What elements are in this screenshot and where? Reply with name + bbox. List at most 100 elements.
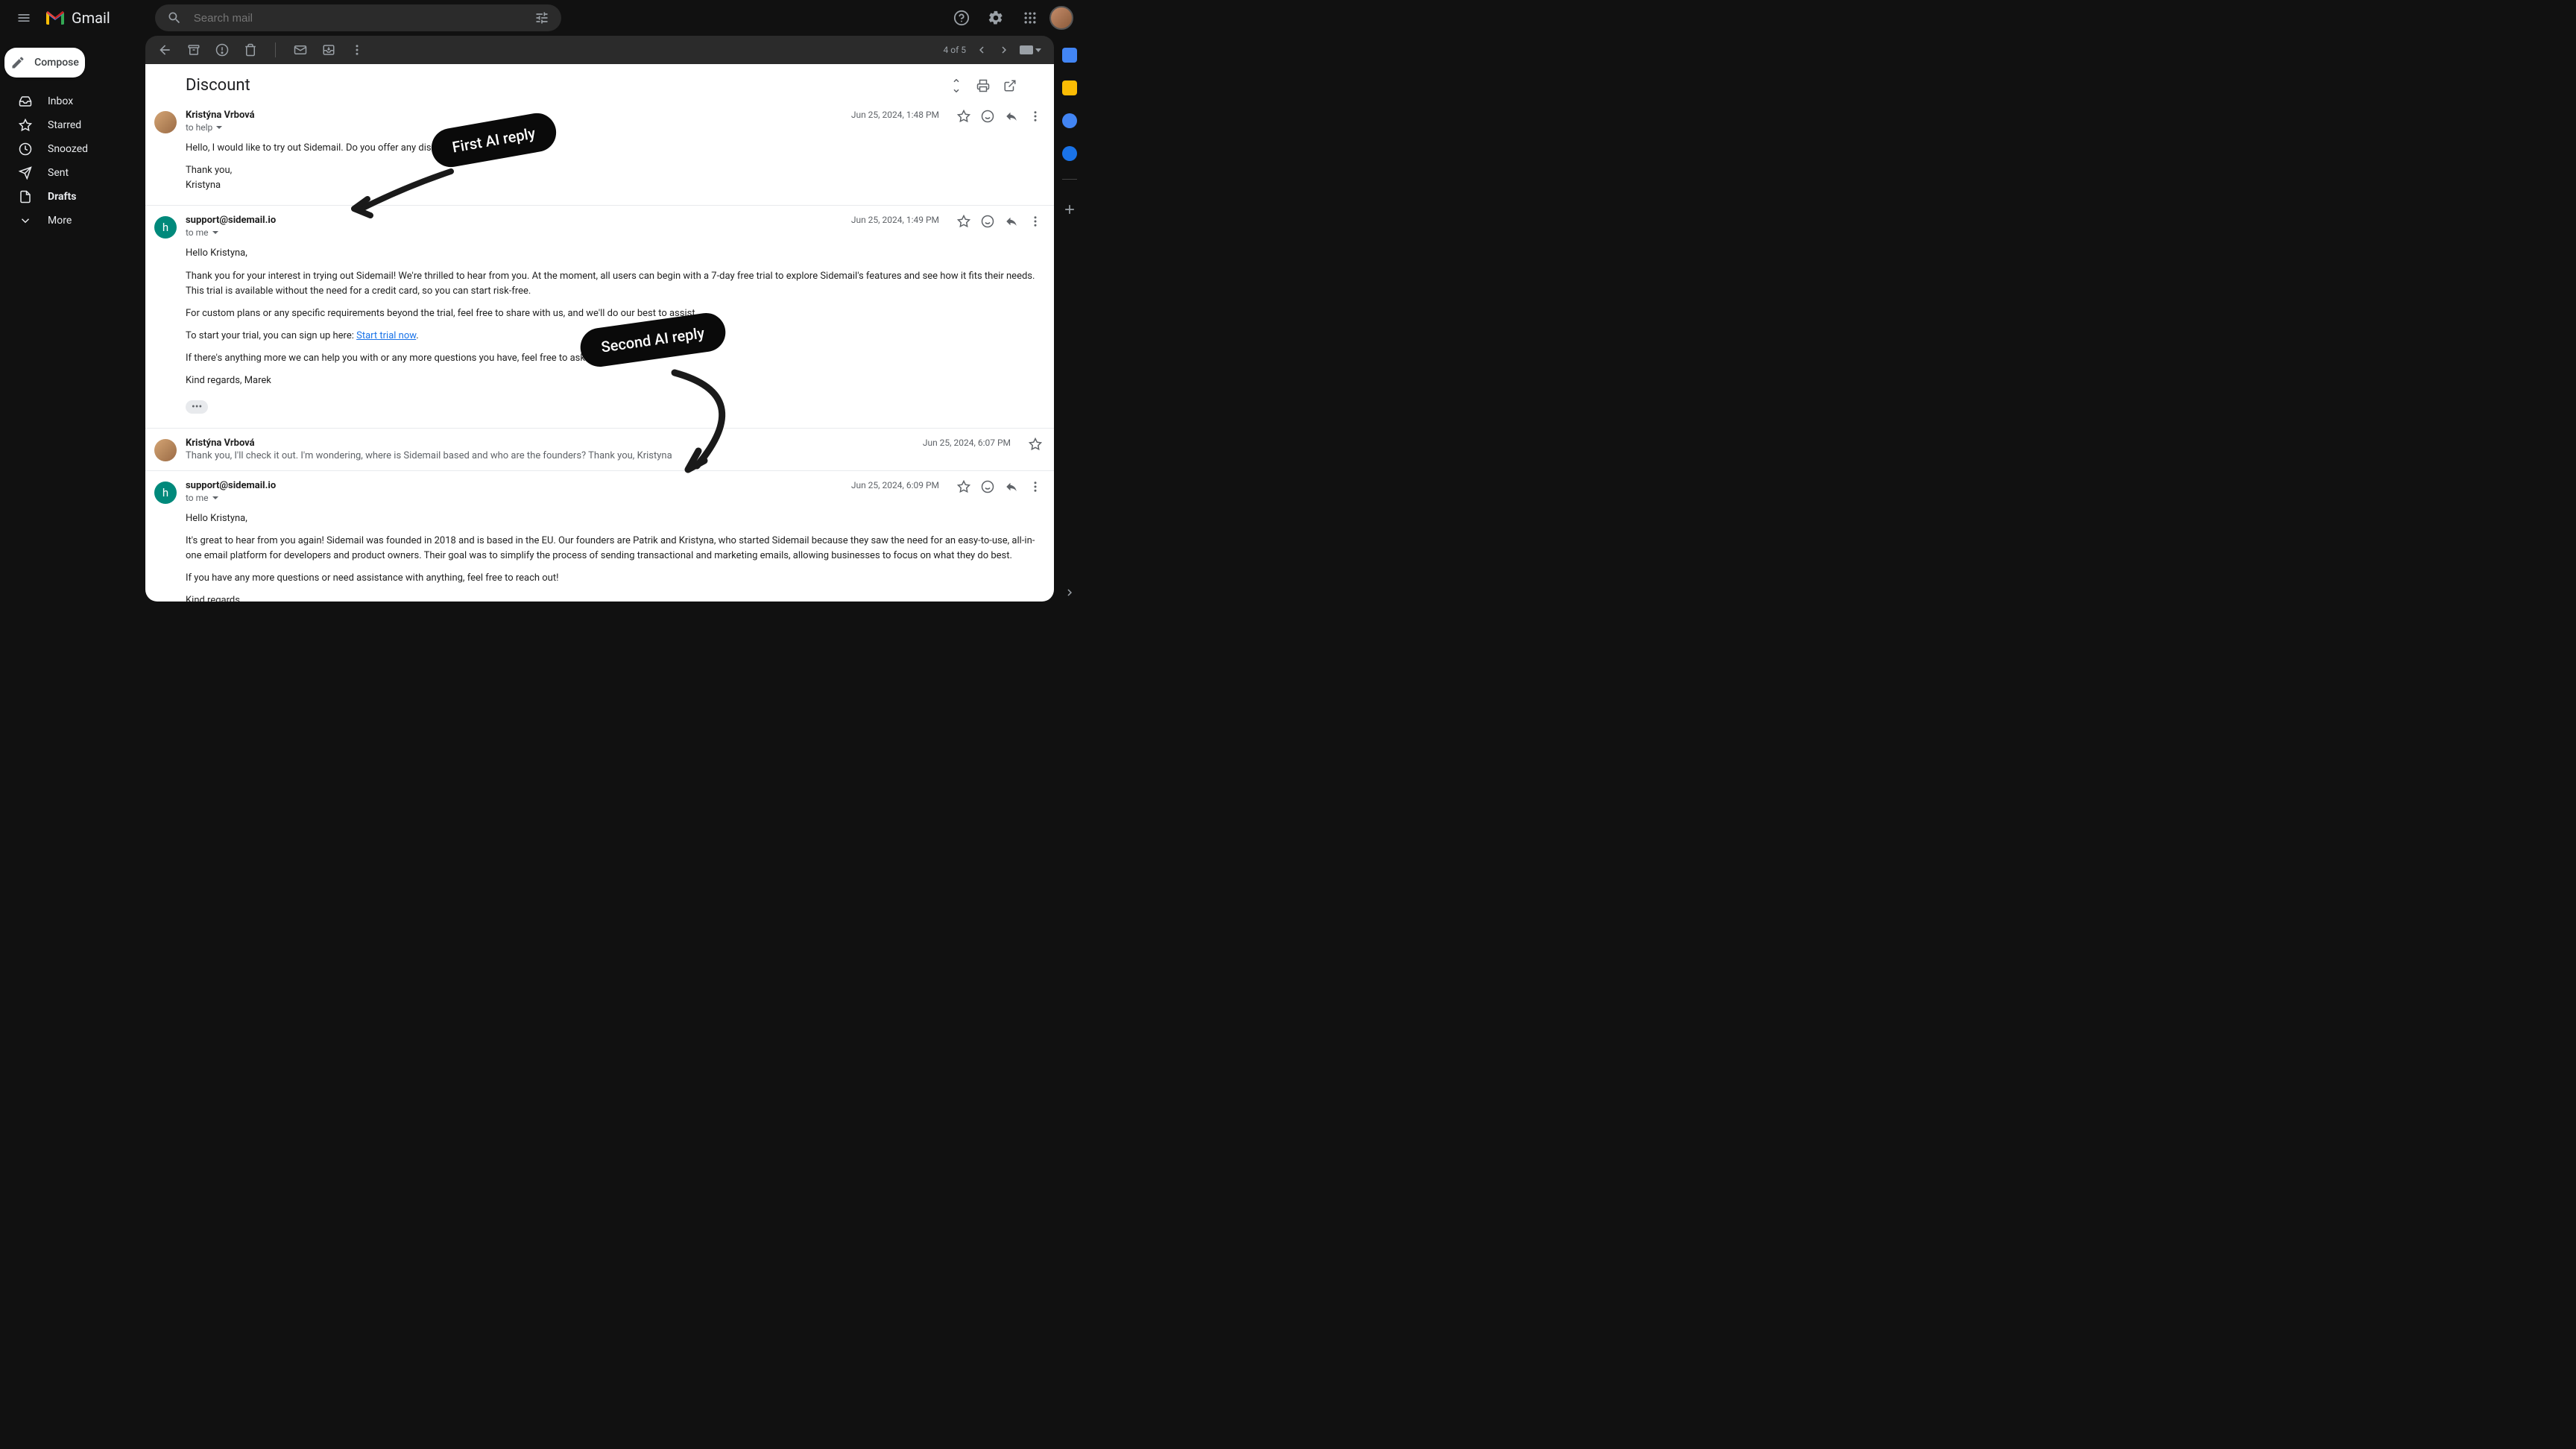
older-button[interactable] [997, 43, 1011, 57]
triangle-down-icon [1035, 46, 1042, 54]
star-outline-icon [1029, 438, 1042, 451]
new-window-button[interactable] [1003, 79, 1017, 92]
sender-name: Kristýna Vrbová [186, 438, 914, 449]
star-button[interactable] [957, 215, 970, 228]
recipient-line[interactable]: to help [186, 122, 842, 133]
search-button[interactable] [161, 4, 188, 31]
newer-button[interactable] [975, 43, 988, 57]
thread-subject: Discount [186, 76, 950, 95]
star-button[interactable] [1029, 438, 1042, 451]
apps-grid-icon [1023, 10, 1038, 25]
reply-button[interactable] [1005, 110, 1018, 123]
start-trial-link[interactable]: Start trial now [356, 330, 416, 341]
toggle-expand-button[interactable] [950, 79, 963, 92]
sender-avatar[interactable] [154, 111, 177, 133]
sidepanel-divider [1062, 179, 1077, 180]
react-button[interactable] [981, 480, 994, 493]
arrow-back-icon [157, 42, 172, 57]
chevron-right-icon [997, 43, 1011, 57]
get-addons-button[interactable] [1058, 198, 1082, 221]
calendar-app[interactable] [1062, 48, 1077, 63]
account-avatar[interactable] [1049, 6, 1073, 30]
search-bar[interactable] [155, 4, 561, 31]
input-tools-button[interactable] [1020, 45, 1042, 54]
message-more-button[interactable] [1029, 110, 1042, 123]
hamburger-icon [16, 10, 31, 25]
message-3-collapsed[interactable]: Kristýna Vrbová Thank you, I'll check it… [145, 429, 1054, 471]
header-actions [947, 3, 1079, 33]
reply-button[interactable] [1005, 480, 1018, 493]
reply-icon [1005, 480, 1018, 493]
recipient-line[interactable]: to me [186, 493, 842, 503]
triangle-down-icon [212, 494, 219, 502]
message-more-button[interactable] [1029, 480, 1042, 493]
sender-avatar[interactable] [154, 439, 177, 461]
sidebar-item-more[interactable]: More [0, 209, 145, 233]
sender-name: support@sidemail.io [186, 480, 842, 491]
inbox-icon [18, 94, 33, 109]
reply-button[interactable] [1005, 215, 1018, 228]
tasks-app[interactable] [1062, 113, 1077, 128]
star-icon [18, 118, 33, 133]
side-panel [1054, 36, 1085, 610]
sidebar-item-inbox[interactable]: Inbox [0, 89, 145, 113]
hide-sidepanel-button[interactable] [1058, 581, 1082, 604]
gmail-logo[interactable]: Gmail [45, 9, 110, 27]
gear-icon [988, 10, 1004, 26]
star-button[interactable] [957, 480, 970, 493]
sidebar-item-sent[interactable]: Sent [0, 161, 145, 185]
pencil-icon [10, 55, 25, 70]
react-button[interactable] [981, 110, 994, 123]
show-trimmed-button[interactable]: ••• [186, 400, 208, 414]
spam-button[interactable] [215, 43, 229, 57]
subject-row: Discount [145, 64, 1054, 101]
message-more-button[interactable] [1029, 215, 1042, 228]
search-input[interactable] [188, 12, 528, 25]
sidebar-item-starred[interactable]: Starred [0, 113, 145, 137]
sidebar-item-snoozed[interactable]: Snoozed [0, 137, 145, 161]
more-actions-button[interactable] [350, 43, 364, 57]
archive-button[interactable] [187, 43, 201, 57]
support-button[interactable] [947, 3, 976, 33]
keep-app[interactable] [1062, 80, 1077, 95]
emoji-icon [981, 110, 994, 123]
compose-button[interactable]: Compose [4, 48, 85, 78]
message-body: Hello Kristyna, It's great to hear from … [186, 511, 1042, 602]
print-button[interactable] [976, 79, 990, 92]
archive-icon [187, 43, 201, 57]
message-date: Jun 25, 2024, 6:07 PM [923, 438, 1011, 448]
reply-icon [1005, 215, 1018, 228]
unfold-icon [950, 79, 963, 92]
search-options-button[interactable] [528, 4, 555, 31]
recipient-line[interactable]: to me [186, 227, 842, 238]
apps-button[interactable] [1015, 3, 1045, 33]
message-2: h support@sidemail.io to me Jun 25, 2024… [145, 206, 1054, 428]
sidebar-item-drafts[interactable]: Drafts [0, 185, 145, 209]
star-button[interactable] [957, 110, 970, 123]
sender-avatar[interactable]: h [154, 216, 177, 239]
sidebar-item-label: Drafts [48, 191, 76, 203]
sidebar-nav: Inbox Starred Snoozed Sent Drafts More [0, 89, 145, 233]
back-button[interactable] [157, 42, 172, 57]
thread-view: Discount Kristýna Vrbová to help Jun 25,… [145, 64, 1054, 602]
move-to-inbox-icon [322, 43, 335, 57]
star-outline-icon [957, 215, 970, 228]
star-outline-icon [957, 110, 970, 123]
react-button[interactable] [981, 215, 994, 228]
message-4: h support@sidemail.io to me Jun 25, 2024… [145, 471, 1054, 602]
delete-button[interactable] [244, 43, 257, 57]
main-menu-button[interactable] [6, 0, 42, 36]
contacts-app[interactable] [1062, 146, 1077, 161]
more-vert-icon [350, 43, 364, 57]
move-to-inbox-button[interactable] [322, 43, 335, 57]
settings-button[interactable] [981, 3, 1011, 33]
mark-unread-button[interactable] [294, 43, 307, 57]
more-vert-icon [1029, 110, 1042, 123]
more-vert-icon [1029, 215, 1042, 228]
sender-avatar[interactable]: h [154, 482, 177, 504]
help-icon [953, 10, 970, 26]
gmail-label: Gmail [72, 9, 110, 27]
sidebar-item-label: Snoozed [48, 143, 88, 155]
message-date: Jun 25, 2024, 1:48 PM [851, 110, 939, 120]
plus-icon [1062, 202, 1077, 217]
